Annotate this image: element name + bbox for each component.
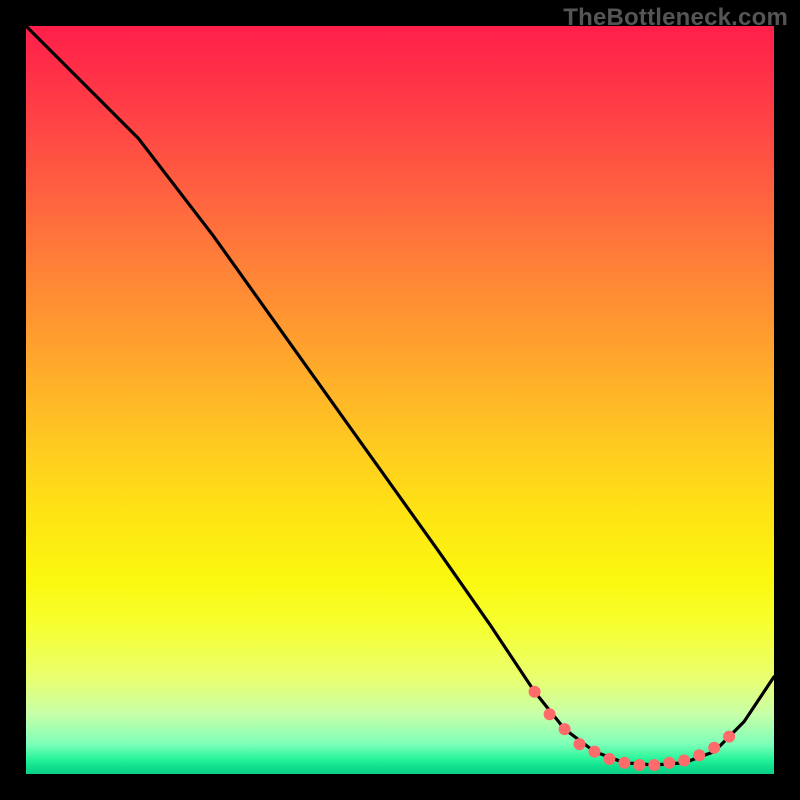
marker-group xyxy=(529,686,736,771)
marker-dot xyxy=(678,755,690,767)
marker-dot xyxy=(663,757,675,769)
marker-dot xyxy=(544,708,556,720)
curve-path xyxy=(26,26,774,765)
marker-dot xyxy=(529,686,541,698)
chart-svg xyxy=(26,26,774,774)
marker-dot xyxy=(648,759,660,771)
marker-dot xyxy=(693,749,705,761)
chart-frame: TheBottleneck.com xyxy=(0,0,800,800)
marker-dot xyxy=(574,738,586,750)
marker-dot xyxy=(618,757,630,769)
marker-dot xyxy=(723,731,735,743)
marker-dot xyxy=(559,723,571,735)
marker-dot xyxy=(589,746,601,758)
marker-dot xyxy=(633,759,645,771)
marker-dot xyxy=(708,742,720,754)
plot-area xyxy=(26,26,774,774)
marker-dot xyxy=(603,753,615,765)
